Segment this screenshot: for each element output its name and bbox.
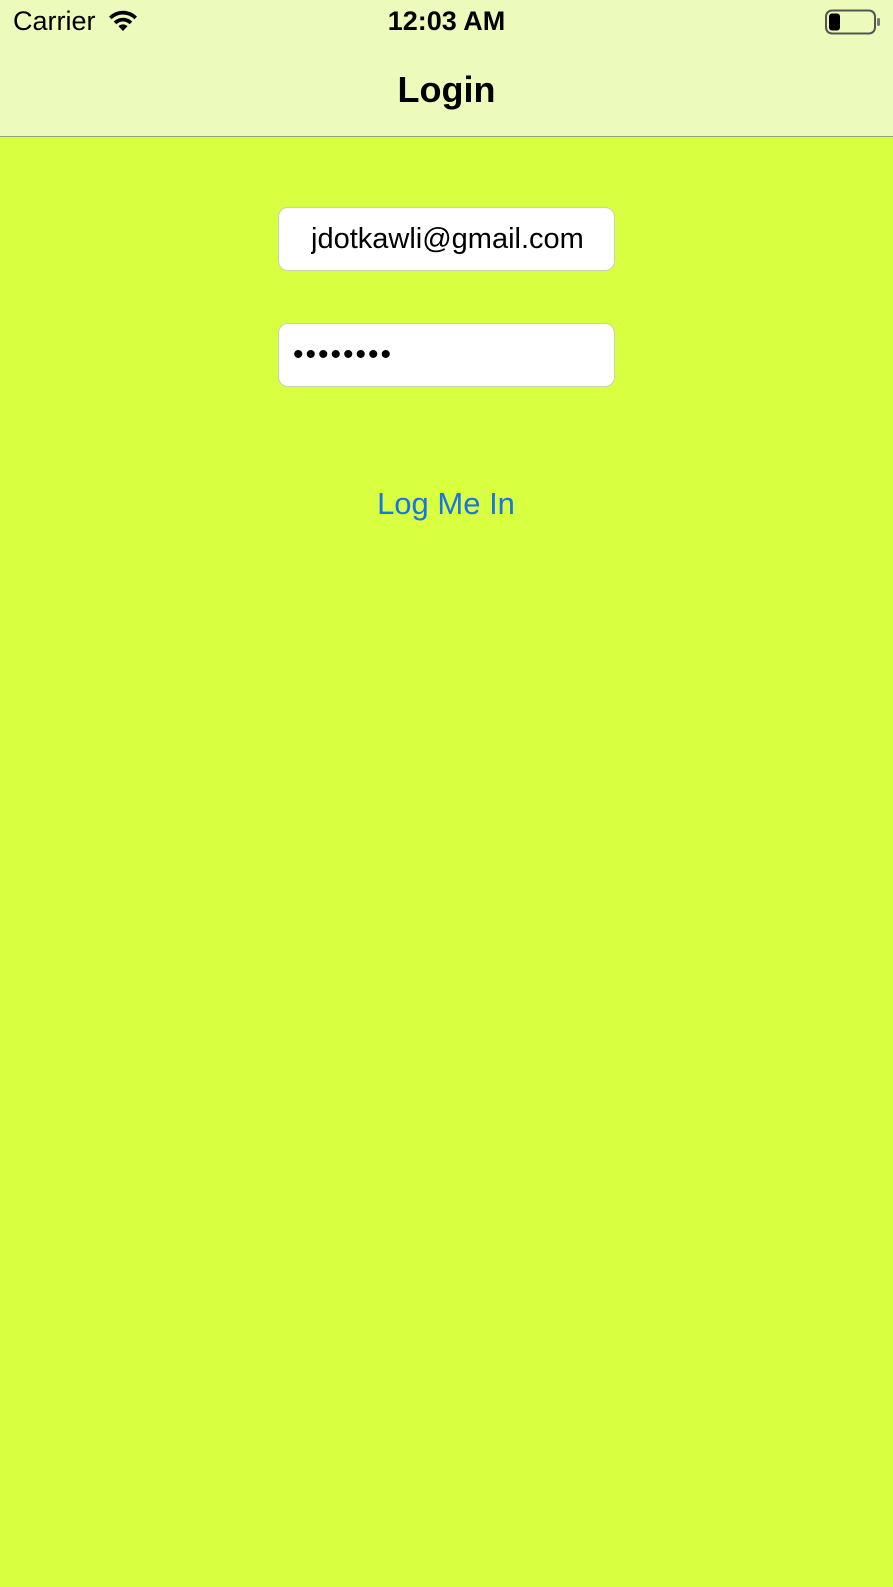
email-field[interactable] xyxy=(278,207,615,271)
battery-low-icon xyxy=(825,9,880,35)
status-clock: 12:03 AM xyxy=(387,6,506,36)
password-field[interactable] xyxy=(278,323,615,387)
log-me-in-button[interactable]: Log Me In xyxy=(346,480,546,528)
email-input[interactable] xyxy=(279,208,614,270)
status-bar: Carrier 12:03 AM xyxy=(0,0,893,46)
page-title: Login xyxy=(397,69,496,110)
password-input[interactable] xyxy=(279,324,614,386)
navigation-bar: Carrier 12:03 AM Login xyxy=(0,0,893,137)
